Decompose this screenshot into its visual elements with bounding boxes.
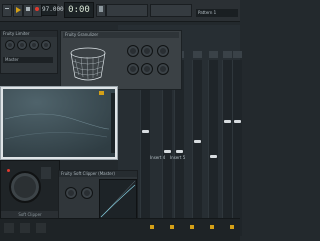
stop-icon [26, 7, 30, 11]
level-meter [111, 93, 115, 153]
parameter-knob[interactable] [127, 63, 139, 75]
strip-label [233, 51, 242, 58]
preset-selector[interactable]: Master [3, 57, 53, 63]
parameter-knob[interactable] [127, 45, 139, 57]
waveform-3d-display [70, 47, 106, 81]
volume-fader[interactable] [142, 130, 149, 133]
plugin-title[interactable]: Fruity Granulizer [63, 32, 179, 38]
granulizer-plugin-window: Fruity Granulizer [60, 30, 182, 90]
volume-fader[interactable] [194, 140, 201, 143]
transfer-curve [100, 180, 136, 218]
volume-fader[interactable] [164, 150, 171, 153]
transfer-curve-graph [99, 179, 137, 219]
eq-plugin-window [0, 86, 118, 160]
route-indicator[interactable] [190, 225, 194, 229]
volume-fader[interactable] [210, 155, 217, 158]
strip-label [193, 51, 202, 58]
mixer-strip[interactable] [192, 51, 202, 236]
limiter-plugin-window: Fruity Limiter Master [0, 30, 58, 74]
mixer-strip[interactable] [208, 51, 218, 236]
drive-knob[interactable] [9, 171, 41, 203]
parameter-knob[interactable] [141, 63, 153, 75]
send-knob[interactable] [4, 223, 14, 233]
mixer-strip[interactable] [222, 51, 232, 236]
post-gain-knob[interactable] [81, 187, 93, 199]
clipper-plugin-window: Soft Clipper [0, 160, 60, 220]
route-indicator[interactable] [230, 225, 234, 229]
parameter-knob[interactable] [17, 40, 27, 50]
volume-fader[interactable] [176, 150, 183, 153]
send-knob[interactable] [36, 223, 46, 233]
eq-band-handle[interactable] [99, 91, 104, 95]
clip-indicator [7, 169, 10, 172]
strip-label [223, 51, 232, 58]
record-icon [35, 7, 39, 11]
top-toolbar: 97.000 0:00 Pattern 1 [0, 0, 240, 22]
song-time-display: 0:00 [64, 2, 94, 18]
send-knob[interactable] [20, 223, 30, 233]
metronome-icon [99, 6, 103, 12]
mixer-insert-label: Insert 4 [150, 155, 166, 160]
parameter-knob[interactable] [141, 45, 153, 57]
parameter-knob[interactable] [157, 45, 169, 57]
bottom-bar [0, 218, 240, 241]
play-icon [16, 7, 21, 13]
menu-icon [5, 8, 9, 9]
soft-clipper-plugin-window: Fruity Soft Clipper (Master) [58, 170, 138, 222]
menu-button[interactable] [2, 4, 12, 17]
parameter-knob[interactable] [41, 40, 51, 50]
metronome-button[interactable] [96, 4, 106, 17]
mode-selector[interactable] [41, 167, 51, 179]
play-button[interactable] [13, 4, 23, 17]
toolbar-panel [106, 4, 148, 17]
parameter-knob[interactable] [157, 63, 169, 75]
volume-fader[interactable] [234, 120, 241, 123]
pattern-selector[interactable]: Pattern 1 [196, 9, 238, 17]
strip-label [209, 51, 218, 58]
route-indicator[interactable] [210, 225, 214, 229]
plugin-title[interactable]: Fruity Soft Clipper (Master) [59, 171, 137, 177]
tempo-display[interactable]: 97.000 [41, 4, 64, 16]
threshold-knob[interactable] [65, 187, 77, 199]
route-indicator[interactable] [150, 225, 154, 229]
eq-display[interactable] [3, 89, 115, 157]
eq-grid [3, 89, 115, 157]
parameter-knob[interactable] [5, 40, 15, 50]
plugin-title[interactable]: Fruity Limiter [1, 31, 57, 37]
volume-fader[interactable] [224, 120, 231, 123]
toolbar-panel-2 [150, 4, 192, 17]
parameter-knob[interactable] [29, 40, 39, 50]
mixer-strip[interactable] [232, 51, 242, 236]
mixer-insert-label: Insert 5 [170, 155, 186, 160]
route-indicator[interactable] [170, 225, 174, 229]
